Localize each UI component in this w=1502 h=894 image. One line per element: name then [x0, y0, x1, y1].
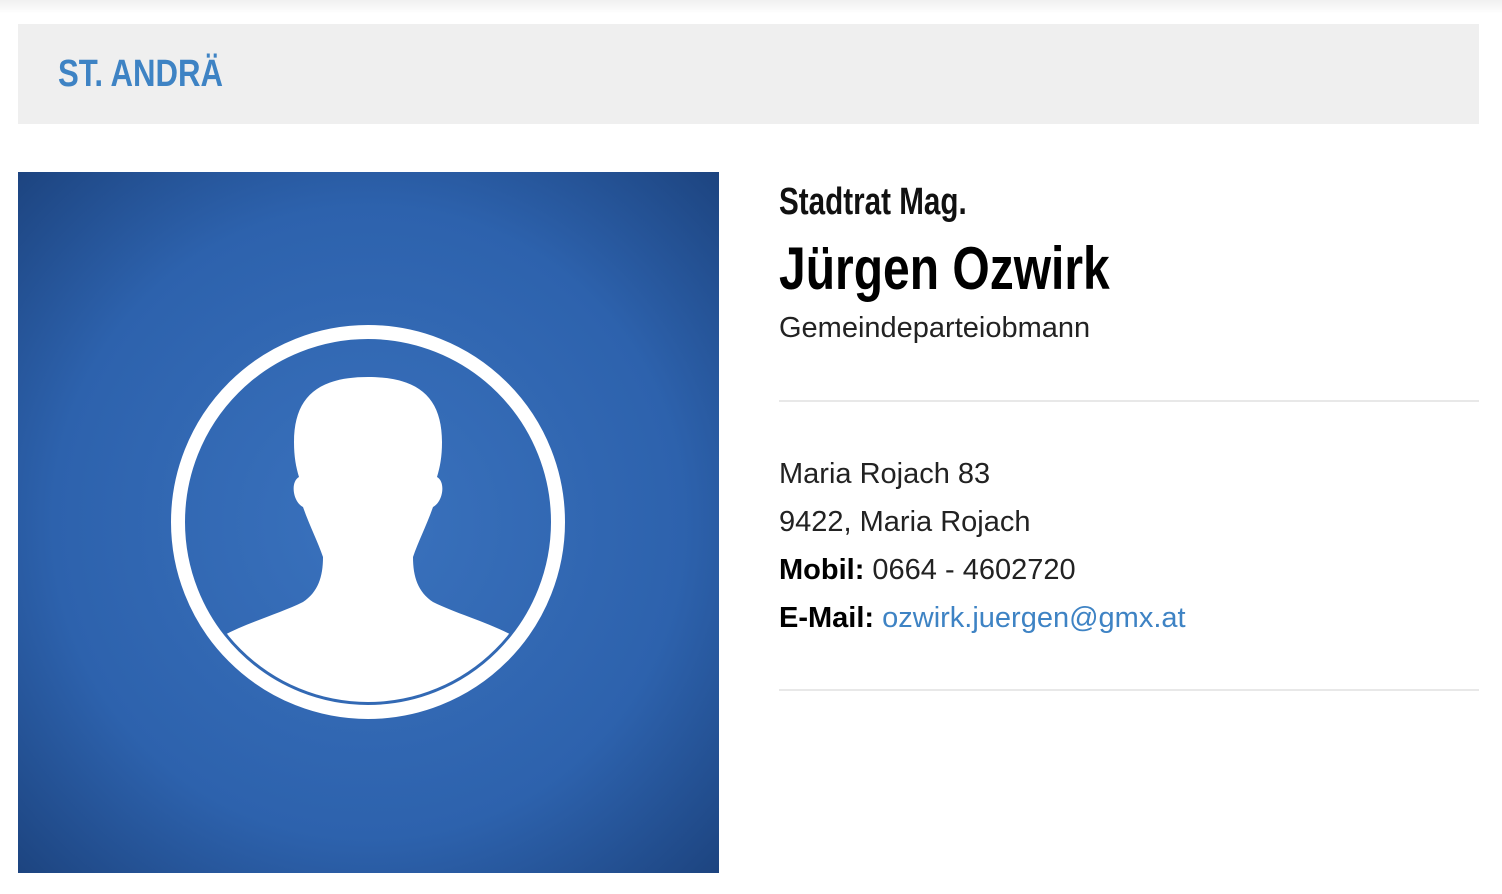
mobile-label: Mobil: [779, 554, 865, 586]
person-role: Gemeindeparteiobmann [779, 312, 1091, 344]
avatar-placeholder-icon [18, 172, 719, 873]
mobile-value: 0664 - 4602720 [872, 554, 1076, 586]
email-label: E-Mail: [779, 602, 875, 634]
section-title: ST. ANDRÄ [58, 53, 224, 95]
address-city: 9422, Maria Rojach [779, 506, 1031, 538]
divider-bottom [779, 689, 1479, 691]
top-shadow [0, 0, 1502, 14]
mobile-row: Mobil: 0664 - 4602720 [779, 552, 1076, 588]
section-header: ST. ANDRÄ [18, 24, 1479, 124]
address-street: Maria Rojach 83 [779, 458, 991, 490]
divider-top [779, 400, 1479, 402]
profile-photo [18, 172, 719, 873]
email-link[interactable]: ozwirk.juergen@gmx.at [882, 602, 1185, 634]
person-pre-title: Stadtrat Mag. [779, 181, 967, 223]
person-name: Jürgen Ozwirk [779, 235, 1110, 302]
email-row: E-Mail: ozwirk.juergen@gmx.at [779, 600, 1186, 636]
